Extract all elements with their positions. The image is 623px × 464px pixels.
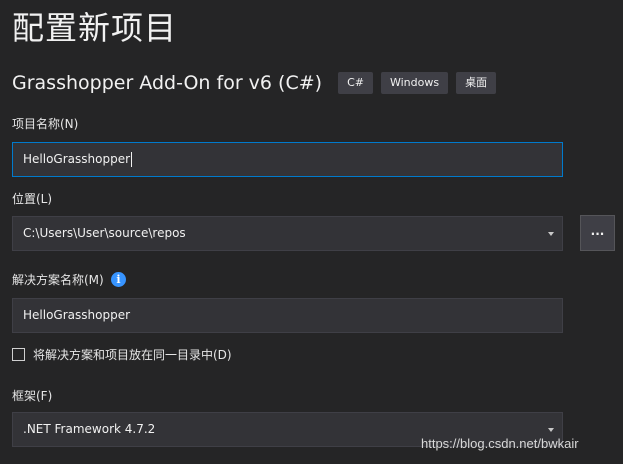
chevron-down-icon[interactable] — [548, 428, 554, 432]
project-name-input[interactable]: HelloGrasshopper — [12, 142, 563, 177]
template-header: Grasshopper Add-On for v6 (C#) C# Window… — [12, 70, 497, 96]
location-label: 位置(L) — [12, 192, 53, 206]
project-name-value: HelloGrasshopper — [23, 152, 131, 166]
framework-label: 框架(F) — [12, 389, 53, 403]
tag-project-type: 桌面 — [456, 72, 497, 94]
info-icon[interactable]: i — [111, 272, 126, 287]
watermark: https://blog.csdn.net/bwkair — [421, 436, 579, 451]
same-directory-checkbox[interactable] — [12, 348, 25, 361]
solution-name-value: HelloGrasshopper — [23, 308, 131, 322]
location-combobox[interactable]: C:\Users\User\source\repos — [12, 216, 563, 251]
framework-value: .NET Framework 4.7.2 — [23, 422, 156, 436]
browse-button[interactable]: ... — [580, 215, 615, 251]
page-title: 配置新项目 — [12, 9, 178, 47]
template-name: Grasshopper Add-On for v6 (C#) — [12, 72, 323, 94]
same-directory-option[interactable]: 将解决方案和项目放在同一目录中(D) — [12, 346, 232, 363]
text-caret — [131, 152, 133, 167]
solution-name-input[interactable]: HelloGrasshopper — [12, 298, 563, 333]
solution-name-label: 解决方案名称(M) — [12, 273, 104, 287]
tag-platform: Windows — [380, 72, 449, 94]
location-value: C:\Users\User\source\repos — [23, 226, 186, 240]
same-directory-label: 将解决方案和项目放在同一目录中(D) — [33, 348, 232, 362]
tag-language: C# — [338, 72, 373, 94]
chevron-down-icon[interactable] — [548, 232, 554, 236]
project-name-label: 项目名称(N) — [12, 117, 79, 131]
